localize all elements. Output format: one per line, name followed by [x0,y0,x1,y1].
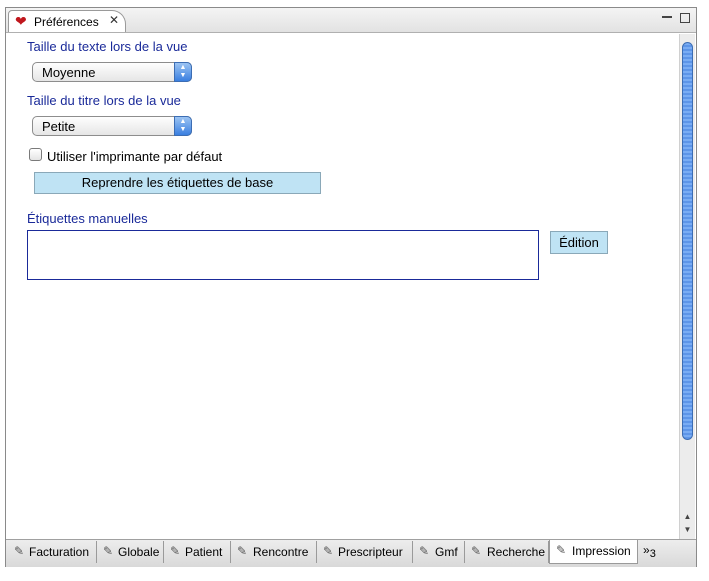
tab-label: Gmf [435,545,458,559]
maximize-icon[interactable] [680,13,690,23]
pencil-icon: ✎ [103,544,114,558]
scroll-down-icon[interactable]: ▼ [682,524,693,536]
tab-patient[interactable]: ✎ Patient [164,541,231,563]
tab-gmf[interactable]: ✎ Gmf [413,541,465,563]
tab-label: Patient [185,545,223,559]
default-printer-checkbox[interactable] [29,148,42,161]
scrollbar-thumb[interactable] [682,42,693,440]
title-size-label: Taille du titre lors de la vue [27,93,181,108]
text-size-value: Moyenne [42,65,96,80]
scroll-up-icon[interactable]: ▲ [682,511,693,523]
tab-label: Recherche [487,545,546,559]
reset-labels-button[interactable]: Reprendre les étiquettes de base [34,172,321,194]
preferences-window: ❤ Préférences ✕ Taille du texte lors de … [5,7,697,567]
tab-recherche[interactable]: ✎ Recherche [465,541,549,563]
view-title: Préférences [34,15,99,29]
pencil-icon: ✎ [170,544,181,558]
preferences-form: Taille du texte lors de la vue Moyenne ▲… [14,34,680,538]
tab-impression[interactable]: ✎ Impression [549,540,638,564]
tab-globale[interactable]: ✎ Globale [97,541,164,563]
tab-label: Impression [572,544,631,558]
text-size-label: Taille du texte lors de la vue [27,39,188,54]
pencil-icon: ✎ [323,544,334,558]
pencil-icon: ✎ [471,544,482,558]
pencil-icon: ✎ [556,543,567,557]
more-tabs-chevron[interactable]: »3 [643,543,656,560]
minimize-icon[interactable] [662,13,672,23]
preferences-view-tab[interactable]: ❤ Préférences ✕ [8,10,126,32]
tab-rencontre[interactable]: ✎ Rencontre [231,541,317,563]
tab-label: Rencontre [253,545,309,559]
pencil-icon: ✎ [14,544,25,558]
select-arrows-icon: ▲ ▼ [174,62,192,82]
tab-label: Facturation [29,545,90,559]
hidden-tab-count: 3 [649,548,656,560]
pencil-icon: ✎ [419,544,430,558]
pencil-icon: ✎ [237,544,248,558]
title-size-value: Petite [42,119,76,134]
text-size-select[interactable]: Moyenne ▲ ▼ [32,62,192,82]
select-arrows-icon: ▲ ▼ [174,116,192,136]
chevron-double-right-icon: » [643,543,650,557]
tab-prescripteur[interactable]: ✎ Prescripteur [317,541,413,563]
default-printer-label: Utiliser l'imprimante par défaut [47,149,223,164]
tab-label: Prescripteur [338,545,403,559]
preference-tabs: ✎ Facturation ✎ Globale ✎ Patient ✎ Renc… [6,539,696,567]
tab-facturation[interactable]: ✎ Facturation [8,541,97,563]
vertical-scrollbar[interactable]: ▲ ▼ [679,34,695,539]
edit-button[interactable]: Édition [550,231,608,254]
view-titlebar: ❤ Préférences ✕ [6,8,696,33]
heart-icon: ❤ [15,13,27,29]
manual-labels-textarea[interactable] [27,230,539,280]
tab-label: Globale [118,545,160,559]
close-icon[interactable]: ✕ [109,13,119,27]
title-size-select[interactable]: Petite ▲ ▼ [32,116,192,136]
manual-labels-label: Étiquettes manuelles [27,211,148,226]
